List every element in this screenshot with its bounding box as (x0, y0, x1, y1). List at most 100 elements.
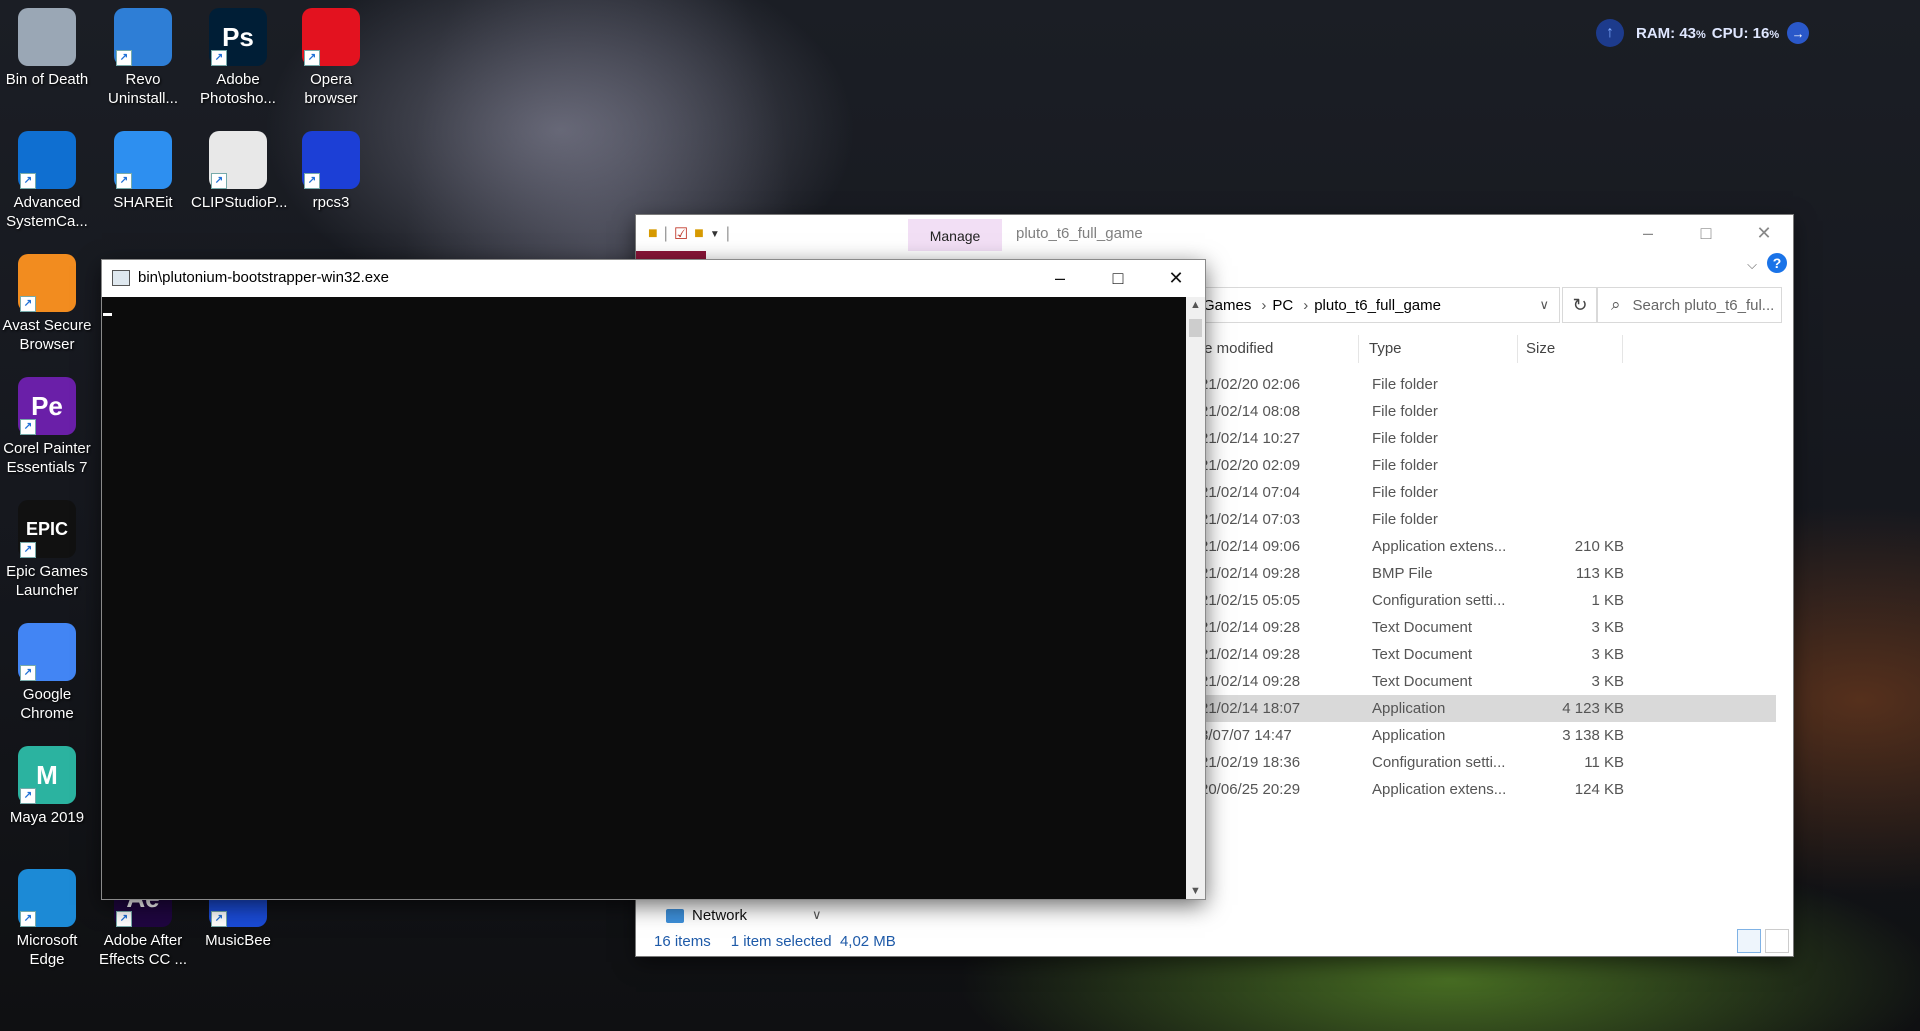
close-icon[interactable]: ✕ (1147, 260, 1205, 297)
nav-item-network[interactable]: Network (666, 907, 747, 924)
desktop-icon-label: rpcs3 (312, 194, 350, 211)
search-input[interactable]: ⌕ Search pluto_t6_ful... (1596, 287, 1782, 323)
desktop-icon[interactable]: ↗ Avast Secure Browser (0, 254, 94, 354)
cell-type: Application (1372, 700, 1446, 717)
table-row[interactable]: 21/02/14 07:04 File folder (1196, 479, 1776, 506)
minimize-icon[interactable]: – (1619, 215, 1677, 251)
table-row[interactable]: 21/02/20 02:06 File folder (1196, 371, 1776, 398)
selection-info: 1 item selected 4,02 MB (730, 933, 896, 950)
chevron-down-icon[interactable]: ∨ (1539, 297, 1549, 313)
desktop-icon[interactable]: ↗ Opera browser (284, 8, 378, 108)
tab-manage[interactable]: Manage (908, 219, 1002, 251)
desktop-icon[interactable]: ↗ CLIPStudioP... (191, 131, 287, 212)
desktop-icon[interactable]: ↗ SHAREit (96, 131, 190, 212)
shortcut-arrow-icon: ↗ (20, 296, 36, 312)
cpu-readout: CPU: 16% (1711, 24, 1780, 42)
cell-date-modified: 21/02/14 09:28 (1200, 619, 1301, 636)
table-row[interactable]: 21/02/14 07:03 File folder (1196, 506, 1776, 533)
table-row[interactable]: 21/02/15 05:05 Configuration setti... 1 KB (1196, 587, 1776, 614)
table-row[interactable]: 21/02/14 10:27 File folder (1196, 425, 1776, 452)
cell-date-modified: 21/02/14 09:28 (1200, 673, 1301, 690)
table-row[interactable]: 21/02/19 18:36 Configuration setti... 11 K… (1196, 749, 1776, 776)
cell-size: 4 123 KB (1562, 700, 1624, 717)
column-date-modified[interactable]: te modified (1196, 335, 1359, 363)
table-row[interactable]: 21/02/14 09:28 Text Document 3 KB (1196, 641, 1776, 668)
address-bar[interactable]: Games › PC › pluto_t6_full_game ∨ (1196, 287, 1560, 323)
scroll-down-icon[interactable]: ▼ (1186, 885, 1205, 897)
arrow-right-icon[interactable]: → (1787, 22, 1810, 44)
table-row[interactable]: 21/02/14 09:28 BMP File 113 KB (1196, 560, 1776, 587)
breadcrumb-folder[interactable]: pluto_t6_full_game (1314, 297, 1441, 314)
help-icon[interactable]: ? (1767, 253, 1787, 273)
table-row[interactable]: 21/02/20 02:09 File folder (1196, 452, 1776, 479)
shortcut-arrow-icon: ↗ (20, 911, 36, 927)
table-row[interactable]: 21/02/14 09:28 Text Document 3 KB (1196, 668, 1776, 695)
desktop-icon[interactable]: ↗ Google Chrome (0, 623, 94, 723)
desktop-icon[interactable]: Bin of Death (0, 8, 94, 89)
shortcut-arrow-icon: ↗ (20, 542, 36, 558)
desktop-icon[interactable]: M ↗ Maya 2019 (0, 746, 94, 827)
epic-games-icon: EPIC ↗ (18, 500, 76, 558)
scroll-thumb[interactable] (1189, 319, 1202, 337)
desktop-icon[interactable]: Pe ↗ Corel Painter Essentials 7 (0, 377, 94, 477)
desktop-icon[interactable]: Ps ↗ Adobe Photosho... (191, 8, 285, 108)
chevron-down-icon[interactable]: ∨ (812, 907, 822, 923)
table-row[interactable]: 20/06/25 20:29 Application extens... 124 K… (1196, 776, 1776, 803)
details-view-icon[interactable] (1737, 929, 1761, 953)
desktop-icon-label: Maya 2019 (9, 809, 85, 826)
revo-uninstaller-icon: ↗ (114, 8, 172, 66)
icon-glyph: Ps (222, 21, 254, 52)
console-app-icon (112, 270, 130, 286)
breadcrumb-games[interactable]: Games (1203, 297, 1251, 314)
cell-type: Configuration setti... (1372, 592, 1506, 609)
cell-type: Application extens... (1372, 781, 1507, 798)
system-monitor-widget[interactable]: ↑ RAM: 43% CPU: 16% → (1596, 16, 1816, 50)
desktop-icon-label: Epic Games Launcher (6, 563, 88, 599)
desktop-icon-label: Microsoft Edge (16, 932, 78, 968)
properties-icon[interactable]: ☑ (674, 224, 688, 244)
cell-date-modified: 21/02/14 08:08 (1200, 403, 1301, 420)
desktop-icon[interactable]: ↗ Revo Uninstall... (96, 8, 190, 108)
close-icon[interactable]: ✕ (1735, 215, 1793, 251)
advanced-systemcare-icon: ↗ (18, 131, 76, 189)
breadcrumb-pc[interactable]: PC (1272, 297, 1293, 314)
customize-toolbar-icon[interactable]: ▼ (710, 229, 720, 240)
table-row[interactable]: 21/02/14 08:08 File folder (1196, 398, 1776, 425)
desktop-icon[interactable]: EPIC ↗ Epic Games Launcher (0, 500, 94, 600)
minimize-icon[interactable]: – (1031, 260, 1089, 297)
cell-date-modified: 21/02/14 07:04 (1200, 484, 1301, 501)
large-icons-view-icon[interactable] (1765, 929, 1789, 953)
desktop-icon[interactable]: ↗ rpcs3 (284, 131, 378, 212)
cell-type: Text Document (1372, 673, 1473, 690)
cell-date-modified: 21/02/20 02:09 (1200, 457, 1301, 474)
maximize-icon[interactable]: □ (1089, 260, 1147, 297)
table-row[interactable]: 21/02/14 09:28 Text Document 3 KB (1196, 614, 1776, 641)
new-folder-icon[interactable]: ■ (694, 225, 704, 243)
console-titlebar[interactable]: bin\plutonium-bootstrapper-win32.exe – □… (102, 260, 1205, 297)
maximize-icon[interactable]: □ (1677, 215, 1735, 251)
column-size[interactable]: Size (1518, 335, 1623, 363)
table-row[interactable]: 8/07/07 14:47 Application 3 138 KB (1196, 722, 1776, 749)
expand-ribbon-icon[interactable]: ⌵ (1747, 257, 1757, 273)
window-title: pluto_t6_full_game (1016, 225, 1143, 242)
cell-type: Text Document (1372, 619, 1473, 636)
rocket-icon: ↑ (1596, 19, 1624, 47)
scroll-up-icon[interactable]: ▲ (1186, 299, 1205, 311)
icon-glyph: M (36, 759, 58, 790)
cell-date-modified: 21/02/14 07:03 (1200, 511, 1301, 528)
console-window: bin\plutonium-bootstrapper-win32.exe – □… (102, 260, 1205, 899)
cell-date-modified: 21/02/19 18:36 (1200, 754, 1301, 771)
ribbon-file-tab[interactable] (636, 251, 706, 259)
avast-browser-icon: ↗ (18, 254, 76, 312)
desktop-icon[interactable]: ↗ Microsoft Edge (0, 869, 94, 969)
explorer-titlebar[interactable]: ■ | ☑ ■ ▼ | Manage pluto_t6_full_game – … (636, 215, 1793, 251)
folder-icon[interactable]: ■ (648, 225, 658, 243)
desktop-icon-label: MusicBee (205, 932, 271, 949)
column-type[interactable]: Type (1359, 335, 1518, 363)
console-scrollbar[interactable]: ▲ ▼ (1186, 297, 1205, 899)
table-row[interactable]: 21/02/14 18:07 Application 4 123 KB (1196, 695, 1776, 722)
table-row[interactable]: 21/02/14 09:06 Application extens... 210 K… (1196, 533, 1776, 560)
refresh-button[interactable]: ↻ (1562, 287, 1598, 323)
cell-size: 3 KB (1591, 673, 1624, 690)
desktop-icon[interactable]: ↗ Advanced SystemCa... (0, 131, 94, 231)
